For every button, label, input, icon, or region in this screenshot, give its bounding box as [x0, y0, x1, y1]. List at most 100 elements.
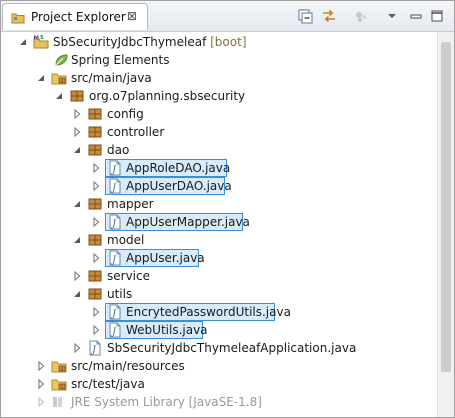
collapsed-twistie-icon[interactable]: [71, 126, 83, 138]
minimize-icon[interactable]: [408, 8, 424, 24]
tree-row-project[interactable]: M S SbSecurityJdbcThymeleaf [boot]: [1, 33, 437, 51]
collapsed-twistie-icon[interactable]: [90, 324, 102, 336]
maximize-icon[interactable]: [429, 8, 445, 24]
package-icon: [87, 232, 103, 248]
view-tab-bar: Project Explorer ⊠: [1, 1, 454, 32]
vertical-scrollbar[interactable]: [437, 32, 454, 417]
tree-label: src/main/java: [71, 71, 152, 85]
tree-row-web-utils[interactable]: WebUtils.java: [1, 321, 437, 339]
project-decoration: [boot]: [210, 35, 247, 49]
package-icon: [87, 196, 103, 212]
source-folder-icon: [51, 70, 67, 86]
tree-row-app-user-dao[interactable]: AppUserDAO.java: [1, 177, 437, 195]
collapse-all-icon[interactable]: [297, 8, 313, 24]
java-file-icon: [107, 322, 123, 338]
tree-label: controller: [107, 125, 165, 139]
tree-label: service: [107, 269, 150, 283]
tree-label: AppUser.java: [126, 251, 205, 265]
tree-row-src-main-java[interactable]: src/main/java: [1, 69, 437, 87]
tree-row-spring-elements[interactable]: Spring Elements: [1, 51, 437, 69]
package-icon: [87, 286, 103, 302]
expanded-twistie-icon[interactable]: [53, 90, 65, 102]
source-folder-icon: [51, 376, 67, 392]
project-name: SbSecurityJdbcThymeleaf [boot]: [53, 35, 247, 49]
svg-text:M: M: [34, 36, 39, 42]
scrollbar-thumb[interactable]: [441, 42, 451, 372]
tree-row-application[interactable]: SbSecurityJdbcThymeleafApplication.java: [1, 339, 437, 357]
tree-label: JRE System Library [JavaSE-1.8]: [71, 395, 262, 409]
tree-row-encrypted-password-utils[interactable]: EncrytedPasswordUtils.java: [1, 303, 437, 321]
spring-leaf-icon: [55, 54, 68, 66]
package-icon: [87, 142, 103, 158]
tree-label: Spring Elements: [71, 53, 170, 67]
tree-row-src-main-resources[interactable]: src/main/resources: [1, 357, 437, 375]
java-file-icon: [107, 304, 123, 320]
tree-label: utils: [107, 287, 133, 301]
tree-row-utils[interactable]: utils: [1, 285, 437, 303]
expanded-twistie-icon[interactable]: [71, 198, 83, 210]
java-file-icon: [107, 214, 123, 230]
expanded-twistie-icon[interactable]: [17, 36, 29, 48]
expanded-twistie-icon[interactable]: [71, 234, 83, 246]
tree-label: src/main/resources: [71, 359, 185, 373]
close-icon[interactable]: ⊠: [125, 9, 139, 23]
package-icon: [69, 88, 85, 104]
collapsed-twistie-icon[interactable]: [90, 162, 102, 174]
tree-label: config: [107, 107, 144, 121]
tree-row-app-user[interactable]: AppUser.java: [1, 249, 437, 267]
maven-project-icon: M S: [33, 35, 49, 49]
package-icon: [87, 106, 103, 122]
tree-row-mapper[interactable]: mapper: [1, 195, 437, 213]
java-file-icon: [107, 250, 123, 266]
project-explorer-view: Project Explorer ⊠ M S SbSecurityJdbcThy…: [0, 0, 455, 418]
package-icon: [87, 268, 103, 284]
tree-label: WebUtils.java: [126, 323, 208, 337]
tree-row-jre-system-library[interactable]: JRE System Library [JavaSE-1.8]: [1, 393, 437, 411]
view-menu-icon[interactable]: [384, 8, 400, 24]
tree-label: AppUserMapper.java: [126, 215, 250, 229]
collapsed-twistie-icon[interactable]: [35, 378, 47, 390]
collapsed-twistie-icon[interactable]: [90, 180, 102, 192]
tree-row-package-root[interactable]: org.o7planning.sbsecurity: [1, 87, 437, 105]
tree-label: mapper: [107, 197, 154, 211]
collapsed-twistie-icon[interactable]: [90, 216, 102, 228]
tree-row-service[interactable]: service: [1, 267, 437, 285]
expanded-twistie-icon[interactable]: [35, 72, 47, 84]
link-with-editor-icon[interactable]: [321, 8, 337, 24]
collapsed-twistie-icon[interactable]: [35, 396, 47, 408]
tree-row-config[interactable]: config: [1, 105, 437, 123]
expanded-twistie-icon[interactable]: [71, 144, 83, 156]
tree-row-app-role-dao[interactable]: AppRoleDAO.java: [1, 159, 437, 177]
collapsed-twistie-icon[interactable]: [71, 342, 83, 354]
tree-row-model[interactable]: model: [1, 231, 437, 249]
tree-label: AppUserDAO.java: [126, 179, 232, 193]
collapsed-twistie-icon[interactable]: [35, 360, 47, 372]
tree-label: SbSecurityJdbcThymeleafApplication.java: [107, 341, 357, 355]
project-explorer-icon: [11, 13, 25, 24]
java-file-icon: [87, 340, 103, 356]
tree-label: model: [107, 233, 145, 247]
svg-text:S: S: [40, 35, 44, 41]
tab-title: Project Explorer: [31, 10, 126, 24]
tree-row-dao[interactable]: dao: [1, 141, 437, 159]
tree-label: src/test/java: [71, 377, 145, 391]
collapsed-twistie-icon[interactable]: [90, 252, 102, 264]
tree-label: EncrytedPasswordUtils.java: [126, 305, 291, 319]
tree-label: org.o7planning.sbsecurity: [89, 89, 246, 103]
collapsed-twistie-icon[interactable]: [71, 270, 83, 282]
collapsed-twistie-icon[interactable]: [71, 108, 83, 120]
expanded-twistie-icon[interactable]: [71, 288, 83, 300]
java-file-icon: [107, 160, 123, 176]
collapsed-twistie-icon[interactable]: [90, 306, 102, 318]
project-tree: M S SbSecurityJdbcThymeleaf [boot] Sprin…: [1, 32, 437, 417]
focus-on-active-task-icon[interactable]: [353, 8, 369, 24]
library-icon: [53, 397, 62, 407]
tree-row-src-test-java[interactable]: src/test/java: [1, 375, 437, 393]
tree-row-controller[interactable]: controller: [1, 123, 437, 141]
tab-project-explorer[interactable]: Project Explorer ⊠: [2, 3, 148, 30]
source-folder-icon: [51, 358, 67, 374]
java-file-icon: [107, 178, 123, 194]
tree-label: AppRoleDAO.java: [126, 161, 231, 175]
tree-row-app-user-mapper[interactable]: AppUserMapper.java: [1, 213, 437, 231]
tree-label: dao: [107, 143, 130, 157]
